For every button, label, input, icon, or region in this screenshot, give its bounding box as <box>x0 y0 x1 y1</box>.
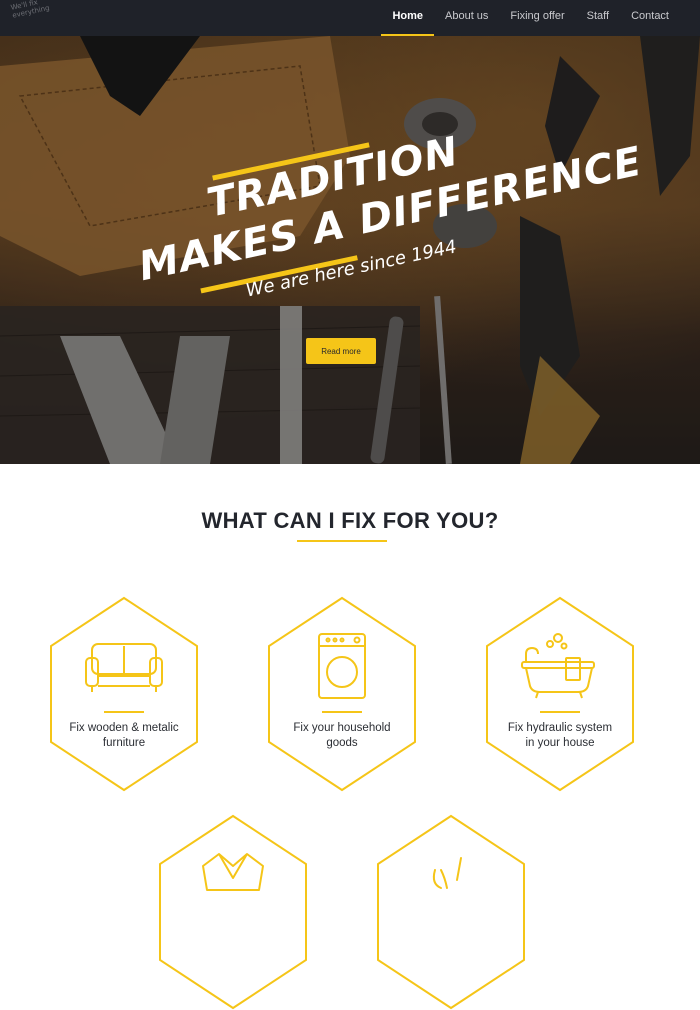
service-card-household[interactable]: Fix your household goods <box>267 596 417 792</box>
read-more-button[interactable]: Read more <box>306 338 376 364</box>
service-label-line-2: in your house <box>525 737 595 749</box>
service-card-tools[interactable] <box>376 814 526 1010</box>
washing-machine-icon <box>318 633 366 699</box>
nav-contact-link[interactable]: Contact <box>620 0 680 36</box>
service-label: Fix wooden & metalic furniture <box>49 721 199 751</box>
service-card-furniture[interactable]: Fix wooden & metalic furniture <box>49 596 199 792</box>
service-card-hydraulic[interactable]: Fix hydraulic system in your house <box>485 596 635 792</box>
service-card-clothing[interactable] <box>158 814 308 1010</box>
nav-fixing-offer-link[interactable]: Fixing offer <box>499 0 575 36</box>
service-label: Fix hydraulic system in your house <box>485 721 635 751</box>
services-heading-underline <box>297 540 387 542</box>
card-divider <box>322 711 362 713</box>
card-divider <box>104 711 144 713</box>
logo[interactable]: We'll fix everything <box>10 0 56 20</box>
nav-about-link[interactable]: About us <box>434 0 499 36</box>
card-divider <box>540 711 580 713</box>
shirt-icon <box>202 853 264 891</box>
nav-home-link[interactable]: Home <box>381 0 434 36</box>
hero-banner: TRADITION MAKES A DIFFERENCE We are here… <box>0 36 700 464</box>
service-label: Fix your household goods <box>267 721 417 751</box>
service-label-line-2: furniture <box>102 737 146 749</box>
service-label-line-1: Fix your household <box>293 722 391 734</box>
tools-icon <box>432 857 462 889</box>
sofa-icon <box>85 643 163 692</box>
service-label-line-1: Fix wooden & metalic <box>69 722 179 734</box>
bathtub-icon <box>521 633 595 699</box>
services-heading: WHAT CAN I FIX FOR YOU? <box>201 508 499 533</box>
top-navbar: We'll fix everything Home About us Fixin… <box>0 0 700 36</box>
nav-staff-link[interactable]: Staff <box>576 0 620 36</box>
nav-menu: Home About us Fixing offer Staff Contact <box>381 0 680 36</box>
service-label-line-2: goods <box>326 737 358 749</box>
service-label-line-1: Fix hydraulic system <box>507 722 613 734</box>
